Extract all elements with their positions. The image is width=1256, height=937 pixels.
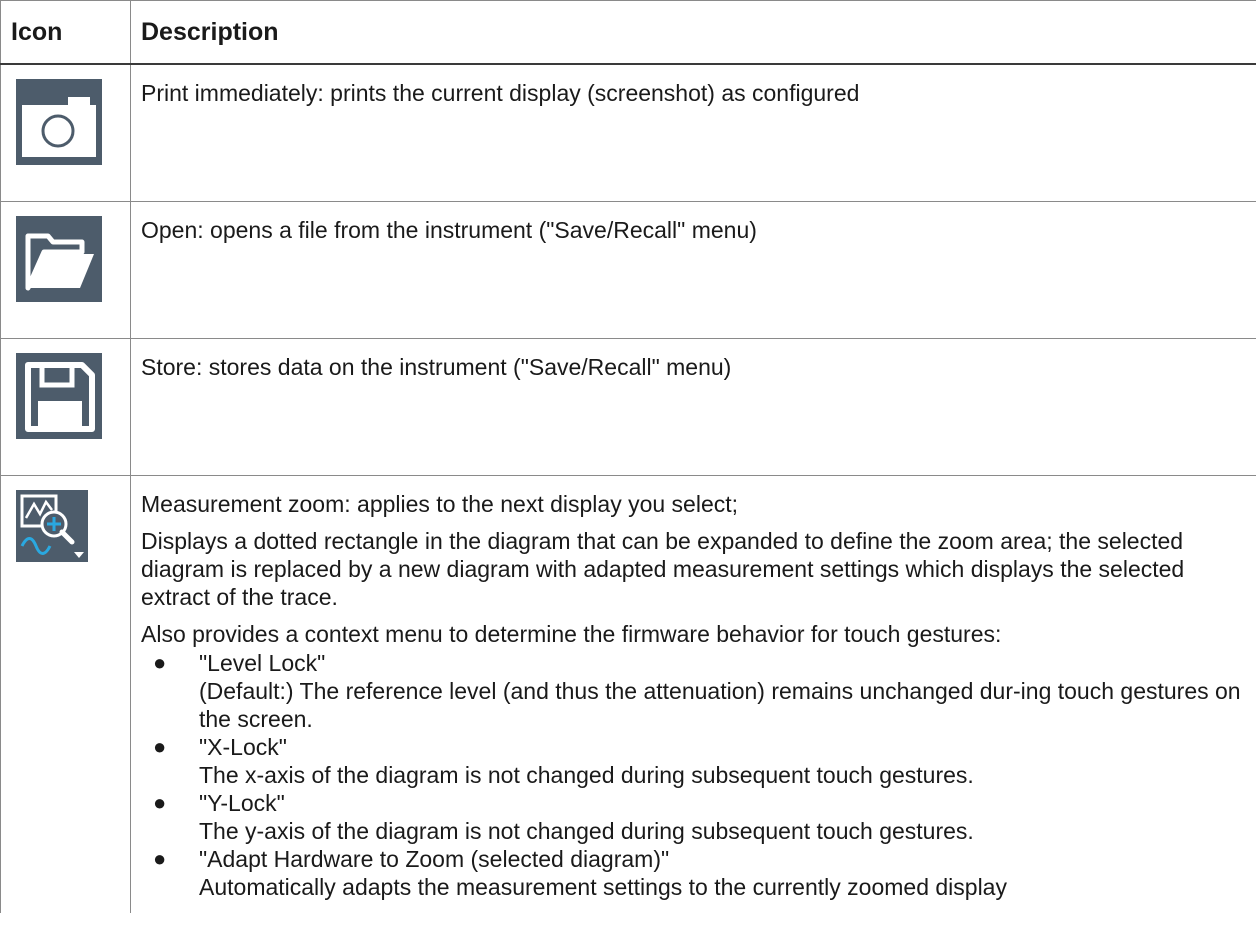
option-description: The x-axis of the diagram is not changed… <box>199 762 974 788</box>
option-name: "Level Lock" <box>199 650 326 676</box>
table-header-row: Icon Description <box>0 0 1256 65</box>
option-description: (Default:) The reference level (and thus… <box>199 678 1241 732</box>
table-row: Open: opens a file from the instrument (… <box>0 201 1256 339</box>
icon-description-table: Icon Description Print immediately: prin… <box>0 0 1256 913</box>
list-item: ● "Level Lock" (Default:) The reference … <box>141 649 1246 733</box>
header-description: Description <box>130 0 1256 65</box>
row-description: Measurement zoom: applies to the next di… <box>141 491 739 517</box>
option-name: "X-Lock" <box>199 734 287 760</box>
list-item: ● "Adapt Hardware to Zoom (selected diag… <box>141 845 1246 901</box>
table-row: Store: stores data on the instrument ("S… <box>0 338 1256 476</box>
option-description: Automatically adapts the measurement set… <box>199 874 1007 900</box>
bullet-icon: ● <box>153 790 167 815</box>
option-name: "Adapt Hardware to Zoom (selected diagra… <box>199 846 670 872</box>
row-description: Print immediately: prints the current di… <box>141 80 860 106</box>
row-description: Displays a dotted rectangle in the diagr… <box>141 528 1185 610</box>
header-icon: Icon <box>0 0 131 65</box>
measurement-zoom-icon <box>16 490 88 562</box>
bullet-icon: ● <box>153 846 167 871</box>
list-item: ● "Y-Lock" The y-axis of the diagram is … <box>141 789 1246 845</box>
bullet-icon: ● <box>153 650 167 675</box>
option-name: "Y-Lock" <box>199 790 285 816</box>
list-item: ● "X-Lock" The x-axis of the diagram is … <box>141 733 1246 789</box>
bullet-icon: ● <box>153 734 167 759</box>
row-description: Open: opens a file from the instrument (… <box>141 217 757 243</box>
row-description: Also provides a context menu to determin… <box>141 621 1002 647</box>
floppy-disk-icon <box>16 353 102 439</box>
option-description: The y-axis of the diagram is not changed… <box>199 818 974 844</box>
touch-gesture-options-list: ● "Level Lock" (Default:) The reference … <box>141 649 1246 901</box>
camera-icon <box>16 79 102 165</box>
table-row: Measurement zoom: applies to the next di… <box>0 475 1256 913</box>
row-description: Store: stores data on the instrument ("S… <box>141 354 732 380</box>
open-folder-icon <box>16 216 102 302</box>
table-row: Print immediately: prints the current di… <box>0 63 1256 202</box>
